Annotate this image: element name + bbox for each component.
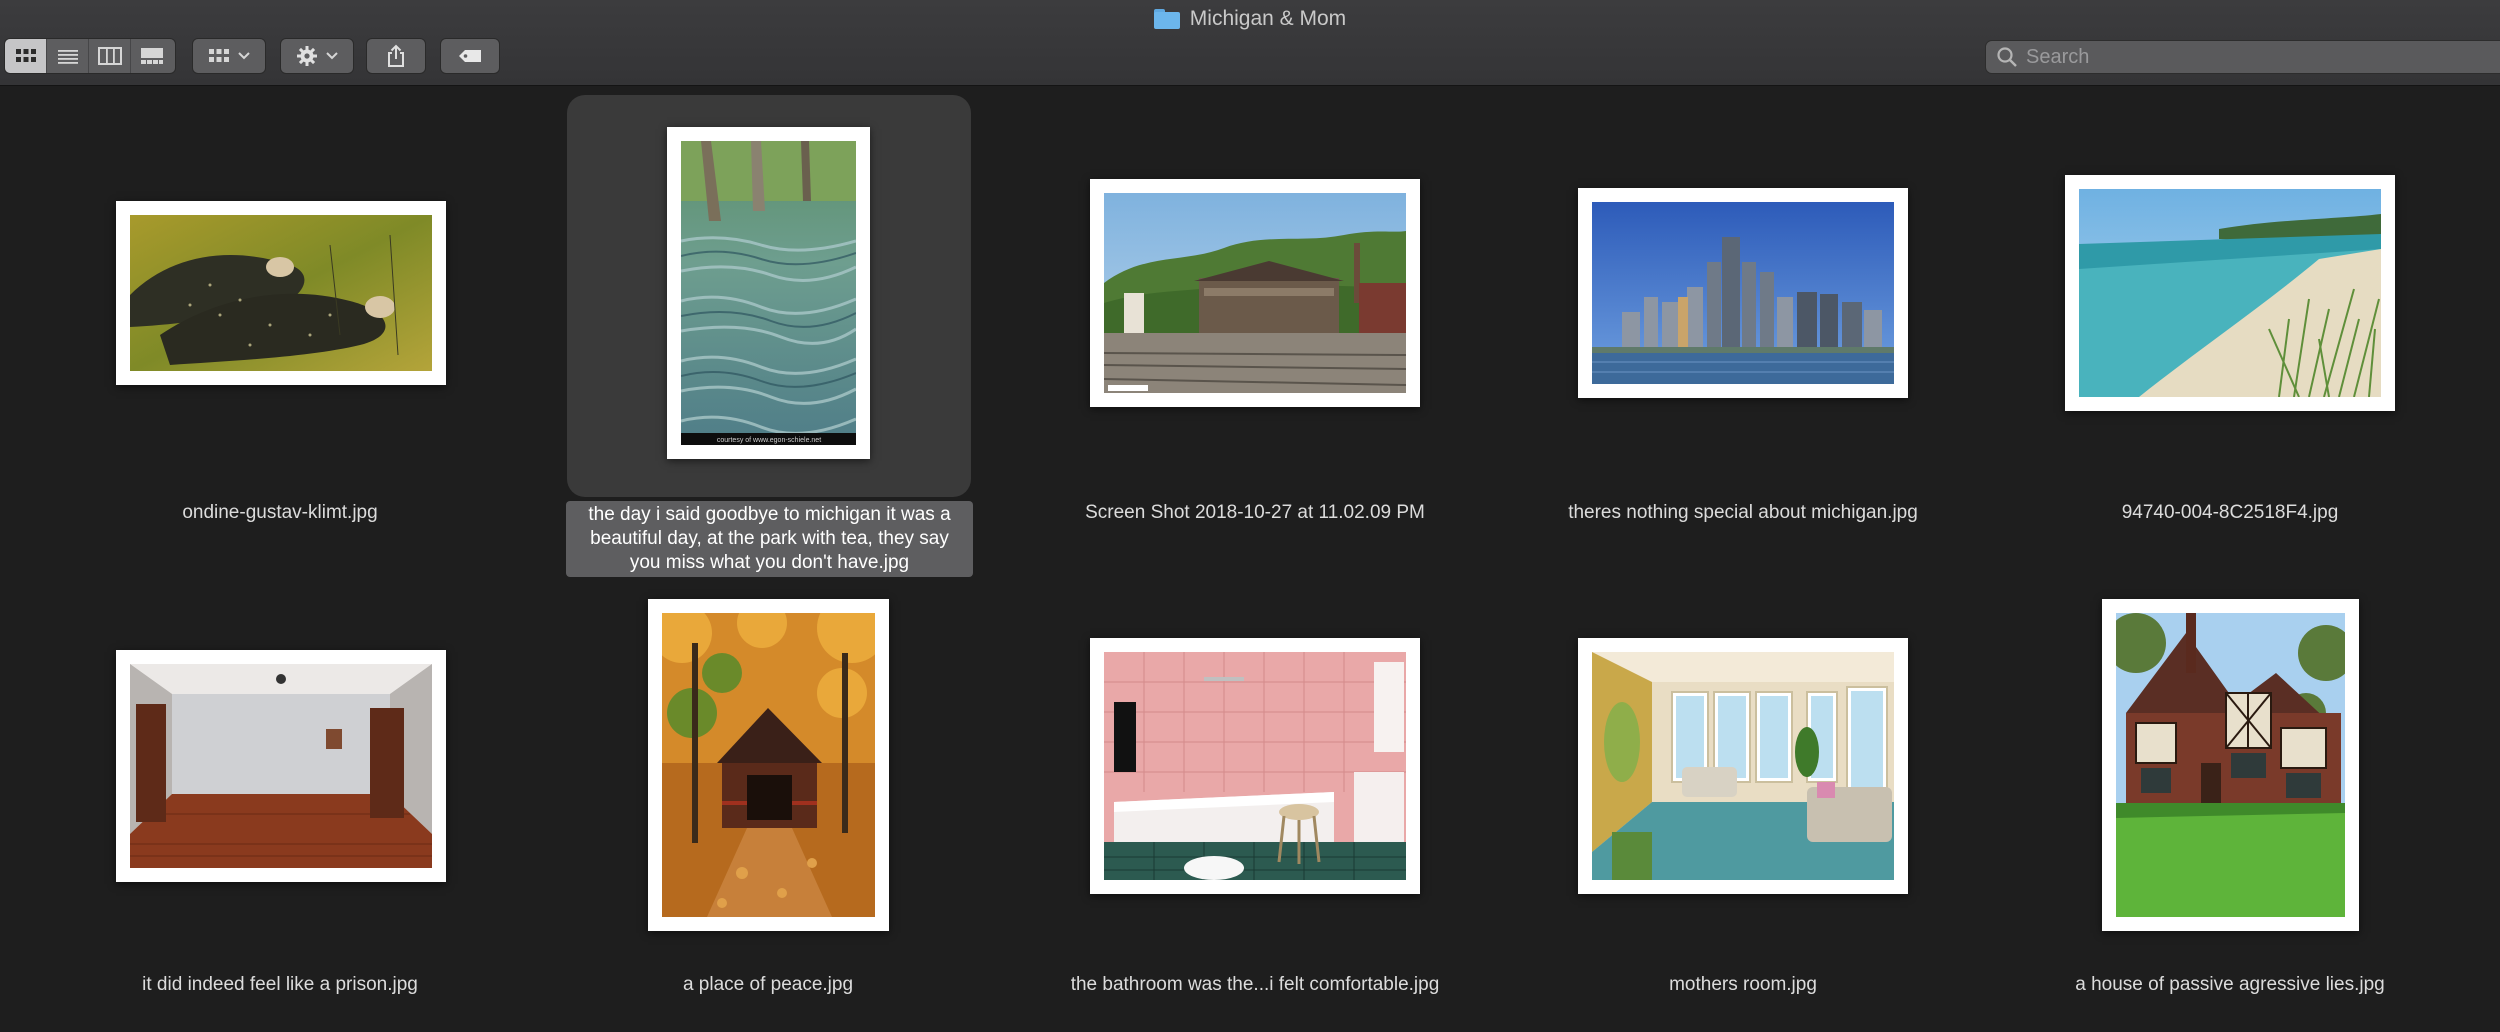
file-name-label: Screen Shot 2018-10-27 at 11.02.09 PM bbox=[1085, 502, 1425, 523]
gear-icon bbox=[297, 46, 317, 66]
sunroom-photo bbox=[1592, 652, 1894, 880]
file-thumbnail bbox=[1090, 179, 1420, 407]
tag-icon bbox=[459, 50, 481, 62]
group-grid-icon bbox=[209, 49, 229, 62]
file-icon-grid: ondine-gustav-klimt.jpg courtesy of www.… bbox=[0, 87, 2500, 1032]
chevron-down-icon bbox=[326, 52, 338, 60]
file-thumbnail bbox=[2065, 175, 2395, 411]
klimt-painting-image bbox=[130, 215, 432, 371]
beach-dunes-photo bbox=[2079, 189, 2381, 397]
action-button[interactable] bbox=[280, 38, 354, 74]
schiele-river-painting-image: courtesy of www.egon-schiele.net bbox=[681, 141, 856, 445]
pink-bathroom-photo bbox=[1104, 652, 1406, 880]
icon-view-icon bbox=[15, 49, 36, 62]
file-thumbnail bbox=[116, 650, 446, 882]
empty-room-photo bbox=[130, 664, 432, 868]
search-icon bbox=[1997, 47, 2017, 67]
gallery-view-button[interactable] bbox=[131, 39, 173, 73]
file-thumbnail bbox=[116, 201, 446, 385]
share-button[interactable] bbox=[366, 38, 426, 74]
file-name-label: a house of passive agressive lies.jpg bbox=[2075, 974, 2385, 995]
icon-view-button[interactable] bbox=[5, 39, 47, 73]
folder-icon bbox=[1153, 9, 1180, 29]
label-line: beautiful day, at the park with tea, the… bbox=[590, 528, 949, 549]
file-thumbnail bbox=[1090, 638, 1420, 894]
chevron-down-icon bbox=[238, 52, 250, 60]
label-line: you miss what you don't have.jpg bbox=[629, 552, 910, 573]
file-thumbnail bbox=[2102, 599, 2359, 931]
thumbnail-caption: courtesy of www.egon-schiele.net bbox=[717, 437, 821, 444]
label-line: the day i said goodbye to michigan it wa… bbox=[588, 504, 951, 525]
share-icon bbox=[388, 44, 404, 67]
file-thumbnail bbox=[648, 599, 889, 931]
file-name-label: mothers room.jpg bbox=[1669, 974, 1817, 995]
window-title: Michigan & Mom bbox=[1189, 7, 1347, 30]
file-name-label: a place of peace.jpg bbox=[682, 974, 854, 995]
list-view-button[interactable] bbox=[47, 39, 89, 73]
tudor-house-photo bbox=[2116, 613, 2345, 917]
file-name-label: it did indeed feel like a prison.jpg bbox=[142, 974, 418, 995]
file-name-label-selected[interactable]: the day i said goodbye to michigan it wa… bbox=[566, 501, 973, 577]
file-name-label: theres nothing special about michigan.jp… bbox=[1568, 502, 1918, 523]
covered-bridge-autumn-photo bbox=[662, 613, 875, 917]
file-name-label: 94740-004-8C2518F4.jpg bbox=[2121, 502, 2339, 523]
gallery-view-icon bbox=[141, 48, 163, 64]
column-view-button[interactable] bbox=[89, 39, 131, 73]
file-name-label: ondine-gustav-klimt.jpg bbox=[182, 502, 378, 523]
train-station-photo bbox=[1104, 193, 1406, 393]
file-thumbnail bbox=[1578, 188, 1908, 398]
search-input[interactable] bbox=[2026, 45, 2500, 69]
file-thumbnail bbox=[1578, 638, 1908, 894]
list-view-icon bbox=[57, 50, 78, 64]
file-name-label: the bathroom was the...i felt comfortabl… bbox=[1070, 974, 1440, 995]
group-by-button[interactable] bbox=[192, 38, 266, 74]
column-view-icon bbox=[97, 47, 122, 65]
toolbar: Michigan & Mom bbox=[0, 0, 2500, 86]
tags-button[interactable] bbox=[440, 38, 500, 74]
file-thumbnail: courtesy of www.egon-schiele.net bbox=[667, 127, 870, 459]
detroit-skyline-photo bbox=[1592, 202, 1894, 384]
search-field[interactable] bbox=[1985, 40, 2500, 74]
view-mode-control bbox=[4, 38, 176, 74]
window-title-bar: Michigan & Mom bbox=[0, 4, 2500, 34]
